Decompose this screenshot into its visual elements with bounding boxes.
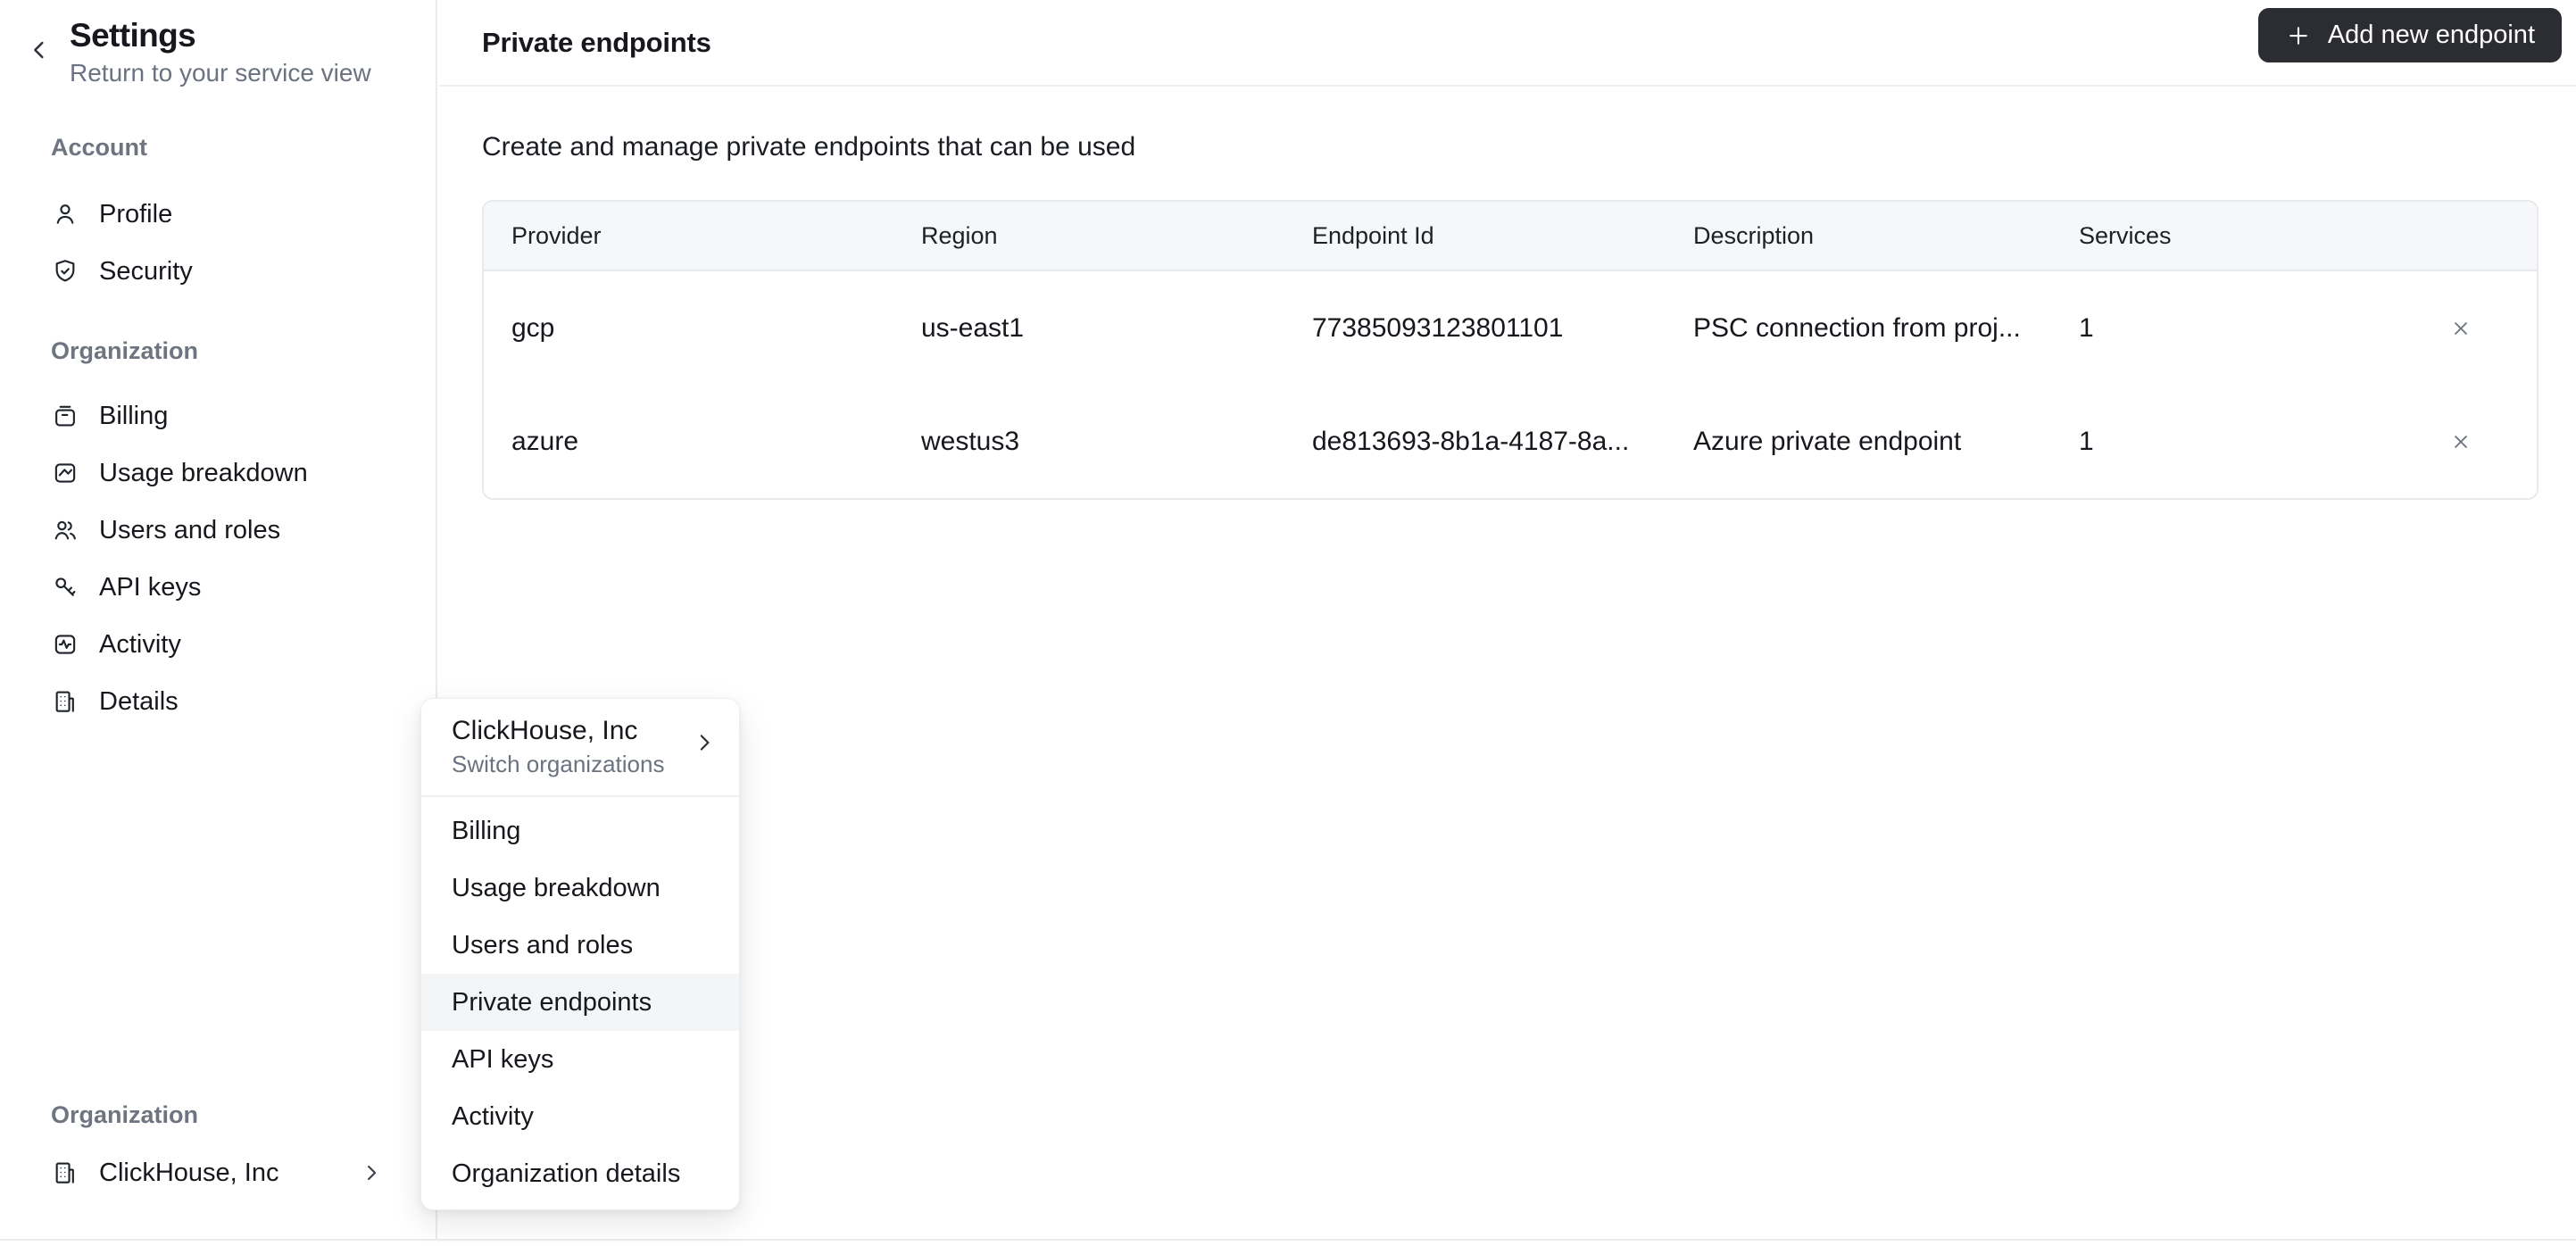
menu-item-list: Billing Usage breakdown Users and roles … [421,797,739,1209]
sidebar-item-details[interactable]: Details [0,673,436,730]
sidebar-item-label: Usage breakdown [99,458,308,487]
cell-description: PSC connection from proj... [1693,312,2021,343]
footer-section-label: Organization [51,1101,199,1128]
table-header-row: Provider Region Endpoint Id Description … [484,202,2537,271]
menu-header-switch-organizations[interactable]: ClickHouse, Inc Switch organizations [421,699,739,795]
sidebar-header: Settings Return to your service view [0,0,436,89]
sidebar-item-label: Security [99,256,193,286]
cell-description: Azure private endpoint [1693,426,1962,456]
topbar-title: Private endpoints [482,26,711,58]
billing-icon [51,402,79,430]
column-header-services: Services [2079,221,2172,249]
page-bottom-divider [0,1239,2576,1241]
key-icon [51,573,79,602]
chevron-right-icon [359,1160,384,1185]
chevron-right-icon [691,729,718,756]
menu-item-billing[interactable]: Billing [421,802,739,860]
sidebar-item-users-and-roles[interactable]: Users and roles [0,502,436,559]
x-icon [2449,430,2472,453]
sidebar-footer: Organization ClickHouse, Inc [0,1101,434,1201]
sidebar-item-activity[interactable]: Activity [0,616,436,673]
cell-region: us-east1 [921,312,1025,343]
page-description: Create and manage private endpoints that… [482,132,1136,162]
users-icon [51,516,79,544]
menu-item-users-and-roles[interactable]: Users and roles [421,917,739,974]
back-button[interactable] [23,34,55,66]
organization-name: ClickHouse, Inc [99,1158,279,1187]
add-new-endpoint-button[interactable]: Add new endpoint [2257,8,2562,62]
plus-icon [2285,22,2312,49]
menu-org-name: ClickHouse, Inc [452,716,638,745]
cell-services: 1 [2079,426,2094,456]
settings-sidebar: Settings Return to your service view Acc… [0,0,437,1239]
menu-item-organization-details[interactable]: Organization details [421,1145,739,1202]
user-icon [51,200,79,228]
sidebar-item-billing[interactable]: Billing [0,387,436,444]
sidebar-item-label: Users and roles [99,515,281,544]
usage-chart-icon [51,459,79,487]
column-header-provider: Provider [511,221,602,249]
menu-item-api-keys[interactable]: API keys [421,1031,739,1088]
add-button-label: Add new endpoint [2327,21,2535,49]
menu-item-private-endpoints[interactable]: Private endpoints [421,974,739,1031]
section-label-organization: Organization [51,337,199,364]
cell-provider: azure [511,426,579,456]
activity-icon [51,630,79,659]
page-title: Settings [70,17,196,54]
cell-endpoint-id: de813693-8b1a-4187-8a... [1312,426,1630,456]
organization-switcher[interactable]: ClickHouse, Inc [0,1144,434,1201]
app-root: Settings Return to your service view Acc… [0,0,2576,1246]
shield-check-icon [51,257,79,286]
x-icon [2449,317,2472,340]
remove-endpoint-button[interactable] [2449,430,2537,453]
sidebar-item-usage-breakdown[interactable]: Usage breakdown [0,444,436,502]
section-label-account: Account [51,134,147,161]
sidebar-item-label: API keys [99,572,202,602]
top-bar: Private endpoints Add new endpoint [439,0,2576,87]
building-icon [51,687,79,716]
chevron-left-icon [25,36,54,64]
page-subtitle: Return to your service view [70,59,371,87]
column-header-region: Region [921,221,998,249]
column-header-endpoint-id: Endpoint Id [1312,221,1434,249]
sidebar-item-label: Billing [99,401,169,430]
private-endpoints-table: Provider Region Endpoint Id Description … [482,200,2539,500]
organization-context-menu: ClickHouse, Inc Switch organizations Bil… [420,698,740,1210]
table-row[interactable]: gcp us-east1 77385093123801101 PSC conne… [484,271,2537,385]
sidebar-item-label: Details [99,686,179,716]
menu-org-subtitle: Switch organizations [452,751,665,777]
sidebar-item-label: Activity [99,629,181,659]
sidebar-item-api-keys[interactable]: API keys [0,559,436,616]
remove-endpoint-button[interactable] [2449,317,2537,340]
cell-services: 1 [2079,312,2094,343]
building-icon [51,1159,79,1187]
cell-region: westus3 [921,426,1020,456]
cell-endpoint-id: 77385093123801101 [1312,312,1564,343]
sidebar-item-profile[interactable]: Profile [0,186,436,243]
cell-provider: gcp [511,312,555,343]
table-row[interactable]: azure westus3 de813693-8b1a-4187-8a... A… [484,385,2537,498]
menu-item-usage-breakdown[interactable]: Usage breakdown [421,860,739,917]
main-content: Create and manage private endpoints that… [439,88,2576,1239]
sidebar-item-label: Profile [99,199,173,228]
column-header-description: Description [1693,221,1815,249]
menu-item-activity[interactable]: Activity [421,1088,739,1145]
sidebar-item-security[interactable]: Security [0,243,436,300]
